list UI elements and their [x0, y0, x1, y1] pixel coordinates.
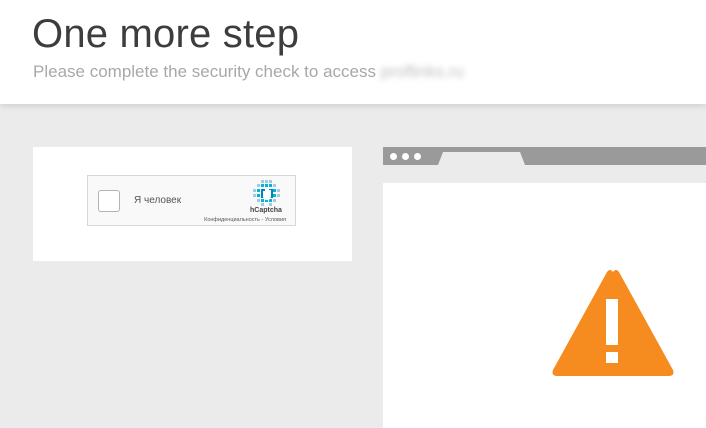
hcaptcha-logo-icon — [253, 180, 280, 206]
warning-icon — [552, 270, 674, 376]
header: One more step Please complete the securi… — [0, 0, 706, 104]
subtitle-text: Please complete the security check to ac… — [33, 62, 376, 81]
browser-tab — [438, 152, 525, 165]
window-dot-icon — [390, 153, 397, 160]
privacy-link[interactable]: Конфиденциальность — [204, 217, 260, 223]
site-domain: proflinks.ru — [380, 62, 464, 81]
browser-window-illustration — [383, 183, 706, 428]
human-checkbox[interactable] — [98, 190, 120, 212]
hcaptcha-brand-label: hCaptcha — [250, 207, 282, 214]
page-title: One more step — [32, 12, 300, 56]
page-subtitle: Please complete the security check to ac… — [33, 62, 464, 82]
browser-tab-bar — [383, 147, 706, 165]
hcaptcha-links: Конфиденциальность - Условия — [204, 217, 286, 223]
hcaptcha-widget: Я человек hCaptcha Конфиденциальность - … — [87, 175, 296, 226]
window-dot-icon — [402, 153, 409, 160]
window-dot-icon — [414, 153, 421, 160]
captcha-card: Я человек hCaptcha Конфиденциальность - … — [33, 147, 352, 261]
terms-link[interactable]: Условия — [265, 217, 286, 223]
checkbox-label: Я человек — [134, 195, 182, 206]
